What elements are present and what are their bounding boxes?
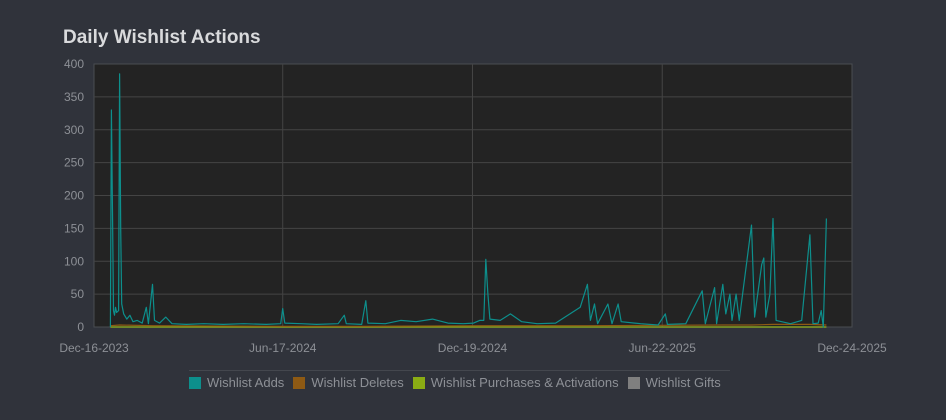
y-tick-label: 350: [64, 90, 84, 104]
y-tick-label: 200: [64, 189, 84, 203]
y-tick-label: 0: [77, 320, 84, 334]
y-tick-label: 400: [64, 57, 84, 71]
legend-item-wishlist-gifts[interactable]: Wishlist Gifts: [627, 375, 721, 390]
chart-legend: Wishlist Adds Wishlist Deletes Wishlist …: [189, 370, 730, 390]
x-tick-label: Jun-22-2025: [629, 341, 697, 355]
legend-item-wishlist-adds[interactable]: Wishlist Adds: [189, 375, 284, 390]
legend-label-wishlist-adds: Wishlist Adds: [207, 375, 285, 390]
chart-plot: 0 50 100 150 200 250 300 350 400 Dec-16-2023 Jun-1…: [59, 57, 887, 355]
legend-swatch-wishlist-deletes: [293, 376, 306, 389]
legend-item-wishlist-deletes[interactable]: Wishlist Deletes: [293, 375, 404, 390]
legend-swatch-wishlist-adds: [189, 376, 201, 389]
y-tick-label: 150: [64, 221, 84, 235]
legend-swatch-wishlist-gifts: [627, 376, 640, 389]
legend-label-wishlist-purchases: Wishlist Purchases & Activations: [430, 375, 619, 390]
y-tick-label: 100: [64, 254, 84, 268]
x-tick-label: Dec-16-2023: [59, 341, 129, 355]
x-tick-label: Dec-19-2024: [438, 341, 508, 355]
x-tick-label: Dec-24-2025: [817, 341, 887, 355]
legend-swatch-wishlist-purchases: [412, 376, 425, 389]
y-tick-label: 300: [64, 123, 84, 137]
x-tick-label: Jun-17-2024: [249, 341, 317, 355]
legend-item-wishlist-purchases[interactable]: Wishlist Purchases & Activations: [412, 375, 619, 390]
legend-label-wishlist-gifts: Wishlist Gifts: [645, 375, 721, 390]
legend-label-wishlist-deletes: Wishlist Deletes: [311, 375, 404, 390]
y-tick-label: 250: [64, 156, 84, 170]
y-tick-label: 50: [71, 287, 85, 301]
